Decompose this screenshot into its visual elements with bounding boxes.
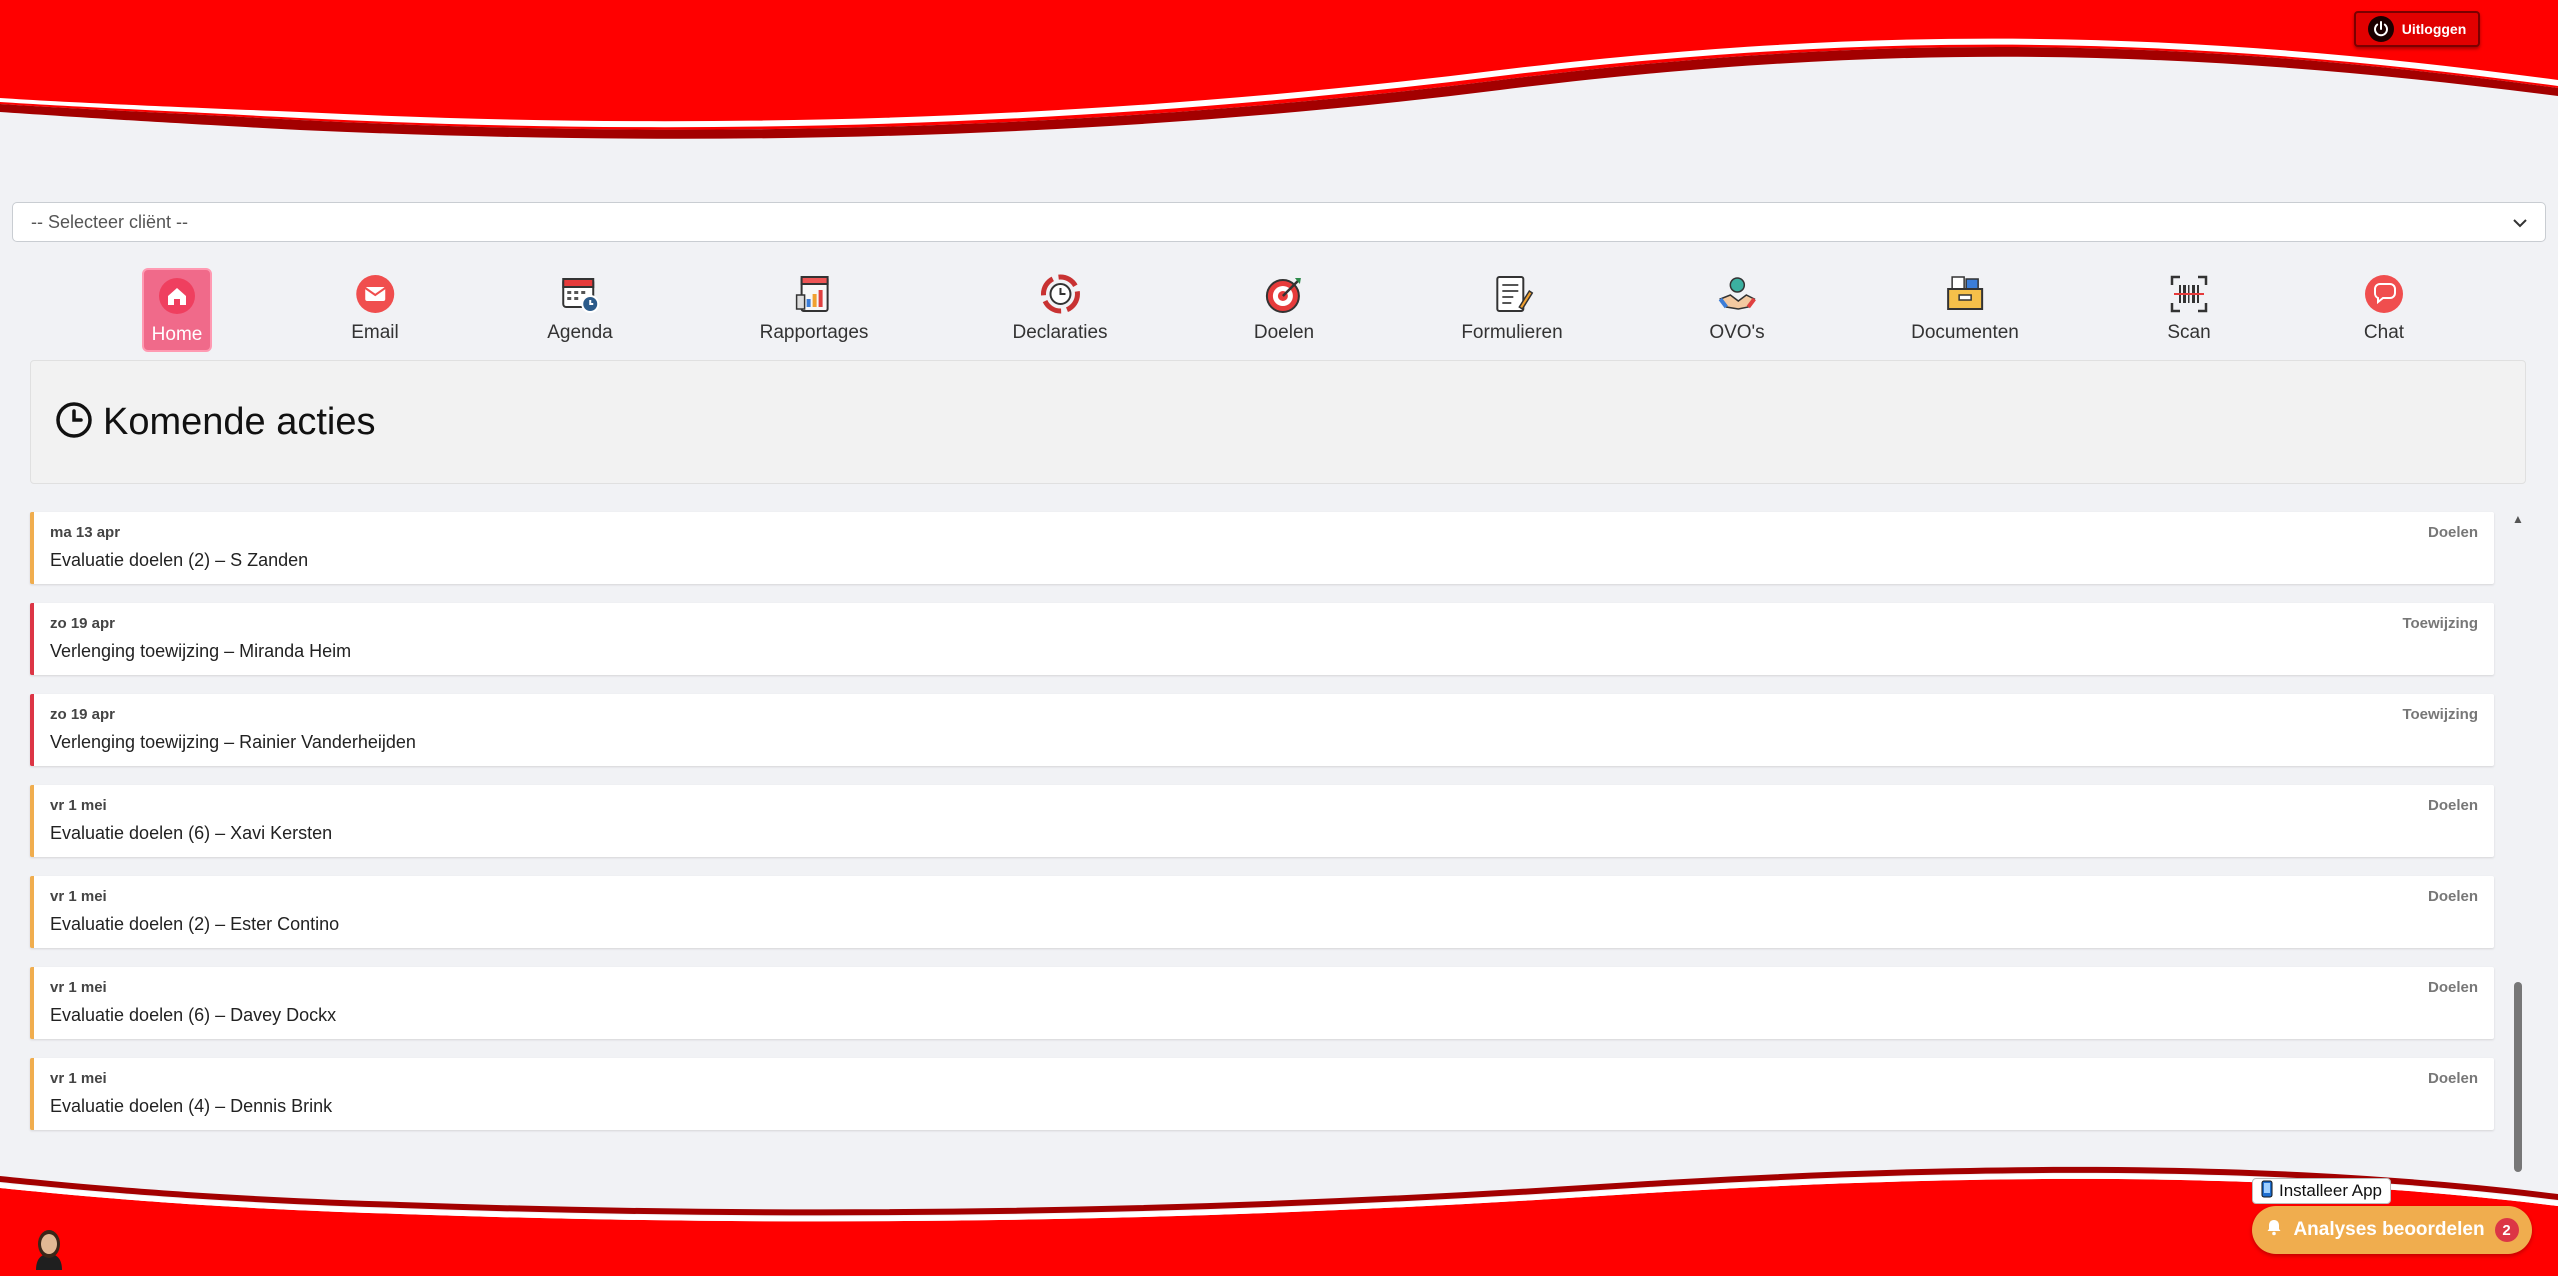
action-item[interactable]: vr 1 mei Evaluatie doelen (6) – Xavi Ker… xyxy=(30,785,2494,857)
review-analyses-button[interactable]: Analyses beoordelen 2 xyxy=(2252,1206,2532,1254)
power-icon xyxy=(2367,16,2394,42)
declarations-icon xyxy=(1038,272,1082,316)
client-select-value: -- Selecteer cliënt -- xyxy=(31,211,189,232)
nav-scan[interactable]: Scan xyxy=(2167,268,2211,352)
action-title: Evaluatie doelen (6) – Xavi Kersten xyxy=(50,823,333,843)
home-icon xyxy=(155,274,199,318)
action-date: vr 1 mei xyxy=(50,797,107,814)
upcoming-actions-header: Komende acties xyxy=(30,360,2526,484)
footer-wave xyxy=(0,1166,2558,1276)
analyses-count-badge: 2 xyxy=(2494,1218,2519,1242)
nav-email[interactable]: Email xyxy=(351,268,399,352)
action-category: Toewijzing xyxy=(2402,706,2478,723)
form-icon xyxy=(1490,272,1534,316)
nav-agenda[interactable]: Agenda xyxy=(547,268,613,352)
action-item[interactable]: vr 1 mei Evaluatie doelen (2) – Ester Co… xyxy=(30,876,2494,948)
nav-chat[interactable]: Chat xyxy=(2362,268,2406,352)
action-title: Verlenging toewijzing – Miranda Heim xyxy=(50,641,352,661)
action-date: ma 13 apr xyxy=(50,524,121,541)
target-icon xyxy=(1262,272,1306,316)
action-item[interactable]: vr 1 mei Evaluatie doelen (6) – Davey Do… xyxy=(30,967,2494,1039)
scroll-up-arrow-icon[interactable]: ▲ xyxy=(2512,512,2524,526)
page-title: Komende acties xyxy=(103,400,376,443)
chat-icon xyxy=(2362,272,2406,316)
action-category: Doelen xyxy=(2427,1070,2478,1087)
action-date: vr 1 mei xyxy=(50,979,107,996)
nav-home[interactable]: Home xyxy=(142,268,212,352)
header-wave xyxy=(0,0,2558,139)
action-item[interactable]: zo 19 apr Verlenging toewijzing – Rainie… xyxy=(30,694,2494,766)
nav-declaraties[interactable]: Declaraties xyxy=(1012,268,1108,352)
scan-icon xyxy=(2167,272,2211,316)
install-app-label: Installeer App xyxy=(2279,1181,2383,1200)
scrollbar-thumb[interactable] xyxy=(2514,982,2522,1172)
nav-ovos[interactable]: OVO's xyxy=(1709,268,1765,352)
nav-doelen[interactable]: Doelen xyxy=(1254,268,1314,352)
documents-icon xyxy=(1943,272,1987,316)
nav-rapportages[interactable]: Rapportages xyxy=(759,268,869,352)
nav-scan-label: Scan xyxy=(2167,322,2211,343)
list-scrollbar[interactable]: ▲ xyxy=(2508,512,2528,1172)
nav-rapportages-label: Rapportages xyxy=(759,322,869,343)
nav-home-label: Home xyxy=(151,324,203,345)
nav-agenda-label: Agenda xyxy=(547,322,613,343)
handshake-icon xyxy=(1715,272,1759,316)
action-item[interactable]: vr 1 mei Evaluatie doelen (4) – Dennis B… xyxy=(30,1058,2494,1130)
action-title: Evaluatie doelen (2) – Ester Contino xyxy=(50,914,340,934)
action-date: zo 19 apr xyxy=(50,706,116,723)
logout-label: Uitloggen xyxy=(2401,21,2467,37)
action-date: vr 1 mei xyxy=(50,888,107,905)
nav-documenten[interactable]: Documenten xyxy=(1911,268,2019,352)
action-category: Doelen xyxy=(2427,979,2478,996)
nav-declaraties-label: Declaraties xyxy=(1012,322,1108,343)
action-title: Evaluatie doelen (6) – Davey Dockx xyxy=(50,1005,337,1025)
client-select[interactable]: -- Selecteer cliënt -- xyxy=(12,202,2546,242)
action-title: Evaluatie doelen (4) – Dennis Brink xyxy=(50,1096,333,1116)
logout-button[interactable]: Uitloggen xyxy=(2354,11,2480,47)
clock-icon xyxy=(55,401,93,444)
nav-formulieren[interactable]: Formulieren xyxy=(1461,268,1563,352)
phone-icon xyxy=(2261,1180,2273,1203)
nav-doelen-label: Doelen xyxy=(1253,322,1315,343)
action-title: Evaluatie doelen (2) – S Zanden xyxy=(50,550,309,570)
calendar-icon xyxy=(558,272,602,316)
action-category: Doelen xyxy=(2427,888,2478,905)
action-item[interactable]: ma 13 apr Evaluatie doelen (2) – S Zande… xyxy=(30,512,2494,584)
install-app-button[interactable]: Installeer App xyxy=(2252,1178,2392,1204)
chevron-down-icon xyxy=(2513,212,2527,233)
action-category: Toewijzing xyxy=(2402,615,2478,632)
nav-formulieren-label: Formulieren xyxy=(1461,322,1563,343)
report-icon xyxy=(792,272,836,316)
nav-chat-label: Chat xyxy=(2363,322,2405,343)
review-analyses-label: Analyses beoordelen xyxy=(2293,1219,2485,1240)
nav-documenten-label: Documenten xyxy=(1911,322,2019,343)
action-category: Doelen xyxy=(2427,797,2478,814)
action-title: Verlenging toewijzing – Rainier Vanderhe… xyxy=(50,732,416,752)
action-item[interactable]: zo 19 apr Verlenging toewijzing – Mirand… xyxy=(30,603,2494,675)
avatar[interactable] xyxy=(28,1224,70,1270)
nav-ovos-label: OVO's xyxy=(1709,322,1765,343)
action-date: zo 19 apr xyxy=(50,615,116,632)
action-category: Doelen xyxy=(2427,524,2478,541)
nav-email-label: Email xyxy=(351,322,399,343)
bell-icon xyxy=(2265,1218,2283,1242)
email-icon xyxy=(353,272,397,316)
action-date: vr 1 mei xyxy=(50,1070,107,1087)
